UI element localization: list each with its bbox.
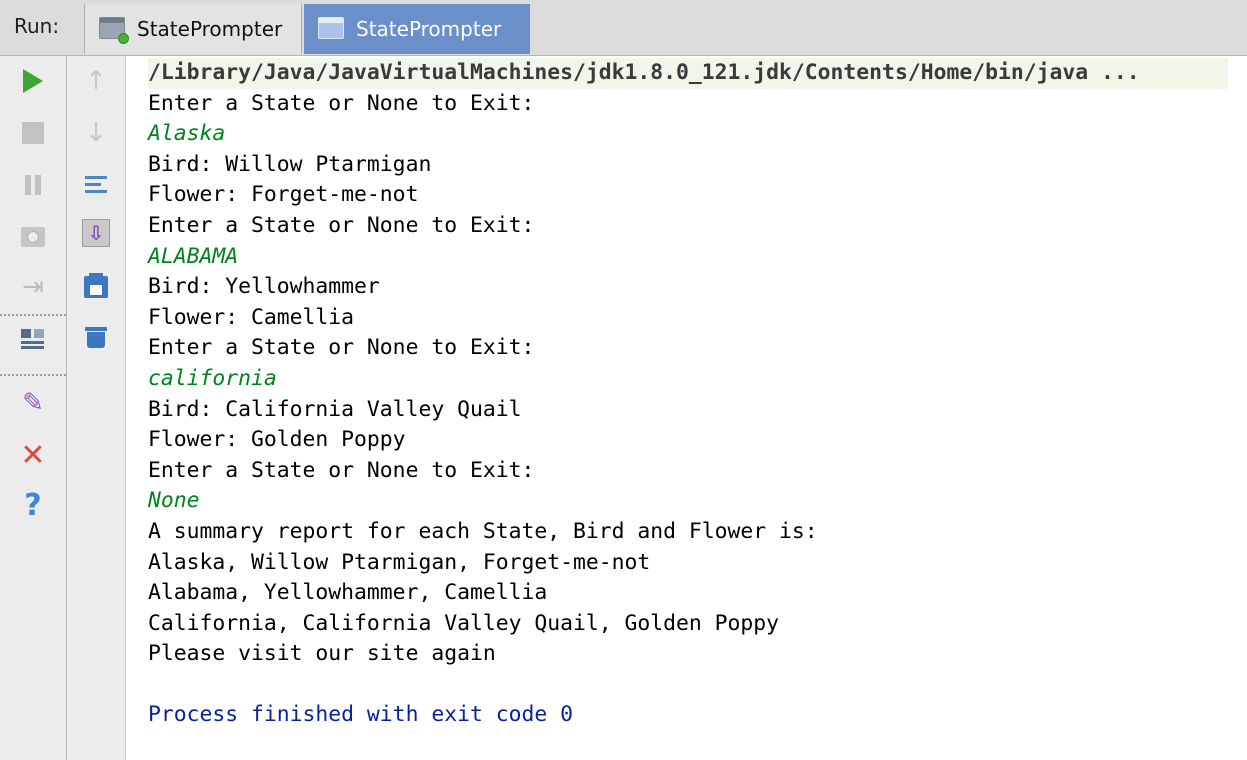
- exit-arrow-icon: ⇥: [22, 272, 44, 302]
- application-window-icon: [99, 17, 129, 44]
- console-line-output: Alaska, Willow Ptarmigan, Forget-me-not: [148, 549, 651, 575]
- console-line-user-input: Alaska: [148, 121, 226, 147]
- console-line-output: Flower: Forget-me-not: [148, 182, 419, 208]
- up-arrow-icon: ↑: [85, 66, 107, 96]
- console-line-output: Alabama, Yellowhammer, Camellia: [148, 580, 548, 606]
- toolbar-divider: [0, 374, 66, 376]
- run-toolbar-primary: ⇥ ✎ ✕ ?: [0, 56, 67, 760]
- console-line-output: Enter a State or None to Exit:: [148, 212, 535, 238]
- help-button[interactable]: ?: [16, 487, 50, 523]
- restore-layout-icon: [21, 327, 45, 351]
- console-line-user-input: ALABAMA: [148, 243, 239, 269]
- pause-button[interactable]: [16, 168, 50, 202]
- tab-label: StatePrompter: [356, 17, 502, 41]
- console-line-output: Enter a State or None to Exit:: [148, 90, 535, 116]
- run-label: Run:: [14, 14, 60, 38]
- next-occurrence-button[interactable]: ↓: [79, 116, 113, 150]
- console-line-output: Bird: California Valley Quail: [148, 396, 522, 422]
- console-line-output: Please visit our site again: [148, 641, 496, 667]
- console-output[interactable]: /Library/Java/JavaVirtualMachines/jdk1.8…: [148, 58, 1238, 731]
- console-line-output: California, California Valley Quail, Gol…: [148, 610, 780, 636]
- console-line-user-input: None: [148, 488, 200, 514]
- console-line-output: A summary report for each State, Bird an…: [148, 518, 818, 544]
- dump-threads-button[interactable]: [16, 220, 50, 254]
- application-window-icon: [318, 17, 344, 41]
- clear-all-button[interactable]: [79, 320, 113, 354]
- run-tab-bar: Run: StatePrompter StatePrompter: [0, 0, 1247, 56]
- scroll-to-end-icon: ⇩: [82, 219, 110, 247]
- clear-all-trash-icon: [85, 325, 107, 349]
- print-icon: [84, 273, 108, 298]
- console-line-output: Enter a State or None to Exit:: [148, 457, 535, 483]
- rerun-button[interactable]: [16, 64, 50, 98]
- console-line-output: Enter a State or None to Exit:: [148, 335, 535, 361]
- tab-stateprompter-2[interactable]: StatePrompter: [304, 4, 530, 54]
- tab-stateprompter-1[interactable]: StatePrompter: [84, 4, 302, 54]
- previous-occurrence-button[interactable]: ↑: [79, 64, 113, 98]
- help-icon: ?: [24, 487, 42, 523]
- close-button[interactable]: ✕: [16, 437, 50, 473]
- down-arrow-icon: ↓: [85, 118, 107, 148]
- console-line-output: Bird: Yellowhammer: [148, 274, 380, 300]
- stop-icon: [22, 122, 44, 144]
- process-status-line: Process finished with exit code 0: [148, 702, 573, 728]
- dump-threads-camera-icon: [21, 227, 45, 247]
- pin-tab-icon: ✎: [22, 388, 44, 418]
- console-line-output: Flower: Golden Poppy: [148, 427, 406, 453]
- console-line-user-input: california: [148, 365, 277, 391]
- exit-button[interactable]: ⇥: [16, 270, 50, 304]
- soft-wrap-button[interactable]: [79, 168, 113, 202]
- tab-label: StatePrompter: [137, 17, 283, 41]
- rerun-play-icon: [23, 69, 43, 93]
- pin-tab-button[interactable]: ✎: [16, 386, 50, 420]
- console-command-line: /Library/Java/JavaVirtualMachines/jdk1.8…: [148, 58, 1228, 89]
- run-toolbar-secondary: ↑ ↓ ⇩: [67, 56, 126, 760]
- toolbar-divider: [0, 314, 66, 316]
- console-line-output: Bird: Willow Ptarmigan: [148, 151, 432, 177]
- pause-icon: [22, 174, 44, 196]
- close-icon: ✕: [20, 437, 46, 473]
- restore-layout-button[interactable]: [16, 322, 50, 356]
- soft-wrap-icon: [84, 174, 108, 196]
- console-line-output: Flower: Camellia: [148, 304, 355, 330]
- scroll-to-end-button[interactable]: ⇩: [79, 216, 113, 250]
- print-button[interactable]: [79, 270, 113, 304]
- stop-button[interactable]: [16, 116, 50, 150]
